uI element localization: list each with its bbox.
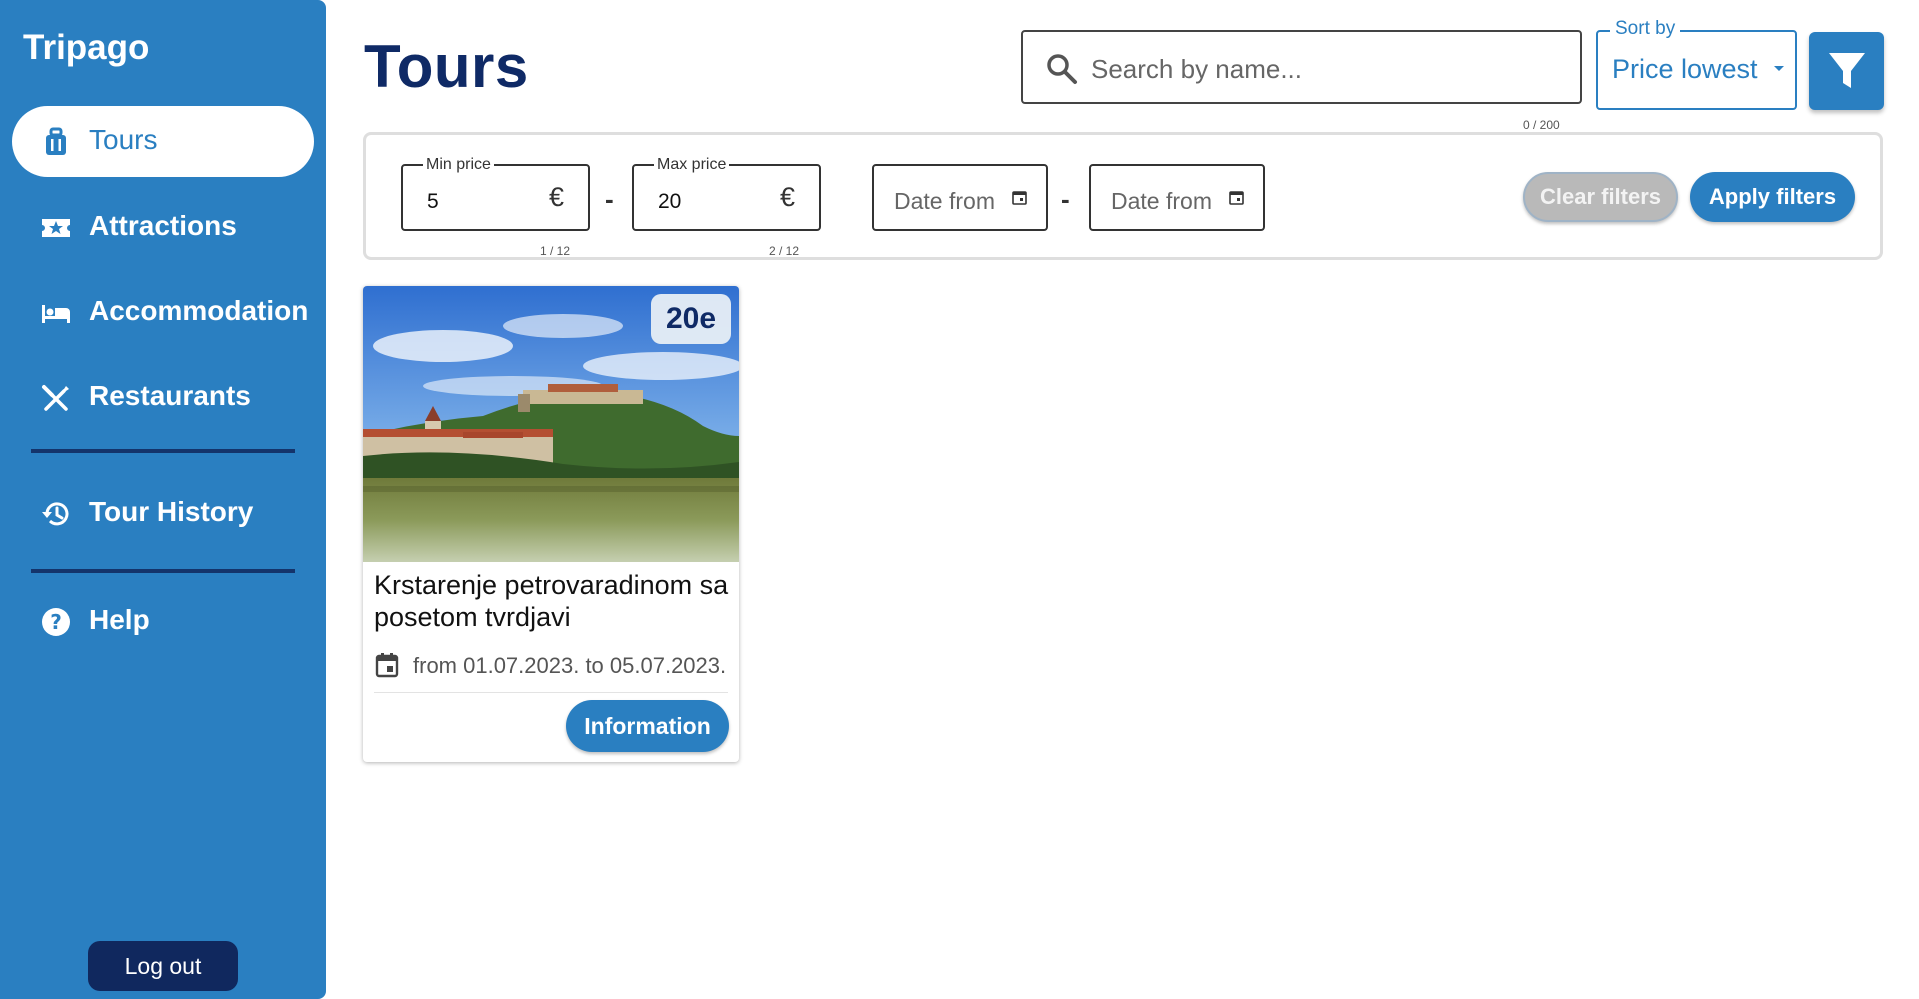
min-price-label: Min price (423, 156, 494, 174)
chevron-down-icon (1774, 66, 1784, 71)
min-price-counter: 1 / 12 (540, 244, 571, 258)
sidebar-divider (31, 449, 295, 453)
tour-title: Krstarenje petrovaradinom sa posetom tvr… (374, 570, 729, 632)
price-badge: 20e (651, 294, 731, 344)
tour-dates: from 01.07.2023. to 05.07.2023. (413, 653, 727, 678)
sort-select[interactable]: Sort by Price lowest (1596, 18, 1797, 110)
calendar-icon (375, 653, 399, 678)
tour-card[interactable]: 20e Krstarenje petrovaradinom sa posetom… (363, 286, 739, 762)
calendar-icon (1229, 191, 1244, 205)
max-price-field[interactable]: Max price 20 € (632, 156, 821, 231)
filter-toggle-button[interactable] (1809, 32, 1884, 110)
max-price-value: 20 (658, 190, 682, 213)
information-button[interactable]: Information (566, 700, 729, 752)
date-range-separator: - (1061, 184, 1070, 214)
clear-filters-button[interactable]: Clear filters (1523, 172, 1678, 222)
sidebar-item-label: Restaurants (89, 380, 251, 411)
date-from-placeholder: Date from (894, 188, 995, 214)
sidebar-item-accommodation[interactable]: Accommodation (12, 277, 314, 348)
filter-icon (1829, 53, 1865, 88)
search-input[interactable]: Search by name... (1021, 30, 1582, 104)
sidebar-item-label: Attractions (89, 210, 237, 241)
min-price-value: 5 (427, 190, 439, 213)
sort-label: Sort by (1610, 18, 1681, 40)
sidebar-item-label: Accommodation (89, 295, 309, 326)
luggage-icon (46, 127, 66, 155)
search-placeholder: Search by name... (1091, 54, 1302, 84)
apply-filters-button[interactable]: Apply filters (1690, 172, 1855, 222)
euro-icon: € (549, 182, 565, 212)
utensils-icon (42, 385, 69, 411)
sidebar-item-tours[interactable]: Tours (12, 106, 314, 177)
max-price-counter: 2 / 12 (769, 244, 800, 258)
bed-icon (42, 305, 70, 323)
sidebar-item-help[interactable]: ? Help (12, 586, 314, 657)
sort-value: Price lowest (1612, 54, 1758, 84)
sidebar-divider (31, 569, 295, 573)
sidebar-item-label: Help (89, 604, 150, 635)
sidebar: Tripago Tours Attractions Accommodation (0, 0, 326, 999)
price-range-separator: - (605, 184, 614, 214)
euro-icon: € (780, 182, 796, 212)
sidebar-item-restaurants[interactable]: Restaurants (12, 362, 314, 433)
date-to-placeholder: Date from (1111, 188, 1212, 214)
sidebar-item-label: Tours (89, 124, 158, 155)
date-from-field[interactable]: Date from (872, 164, 1048, 231)
logout-button[interactable]: Log out (88, 941, 238, 991)
svg-text:?: ? (50, 610, 62, 634)
card-divider (374, 692, 728, 693)
ticket-star-icon (42, 219, 70, 237)
sidebar-item-attractions[interactable]: Attractions (12, 192, 314, 263)
sidebar-item-tour-history[interactable]: Tour History (12, 478, 314, 549)
search-icon (1047, 54, 1077, 84)
help-circle-icon: ? (42, 608, 70, 636)
max-price-label: Max price (654, 156, 730, 174)
history-icon (42, 502, 69, 526)
min-price-field[interactable]: Min price 5 € (401, 156, 590, 231)
page-title: Tours (364, 33, 529, 100)
search-char-counter: 0 / 200 (1523, 118, 1560, 132)
app-brand: Tripago (23, 28, 150, 67)
sidebar-item-label: Tour History (89, 496, 254, 527)
calendar-icon (1012, 191, 1027, 205)
date-to-field[interactable]: Date from (1089, 164, 1265, 231)
